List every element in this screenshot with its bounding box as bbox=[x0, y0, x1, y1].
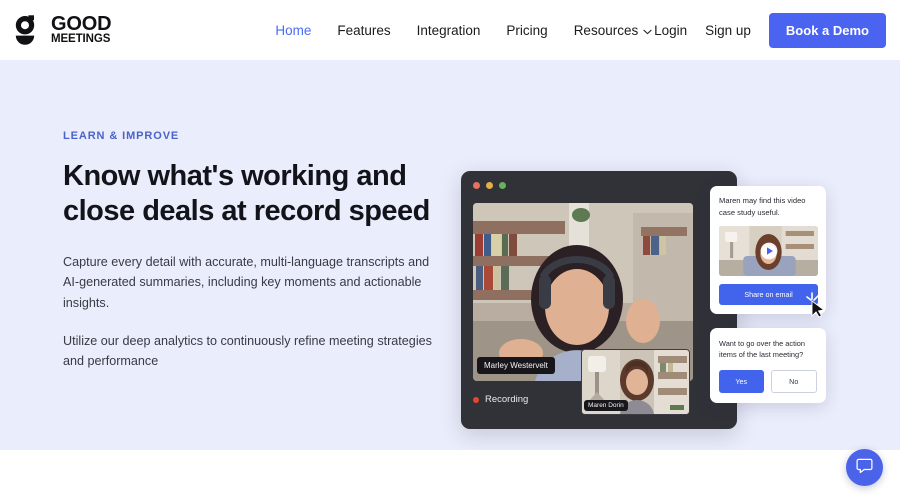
goodmeetings-g-mark-icon bbox=[10, 13, 44, 47]
action-items-answer-row: Yes No bbox=[719, 369, 817, 393]
nav-item-integration[interactable]: Integration bbox=[417, 23, 481, 38]
pip-speaker-name-chip: Maren Dorin bbox=[584, 400, 628, 411]
nav-item-resources[interactable]: Resources bbox=[574, 23, 653, 38]
chevron-down-icon bbox=[643, 23, 652, 38]
nav-item-features-label: Features bbox=[337, 22, 391, 38]
pip-video-tile: Maren Dorin bbox=[581, 349, 690, 415]
action-items-question-message: Want to go over the action items of the … bbox=[719, 339, 805, 360]
recording-label: Recording bbox=[485, 394, 529, 405]
hero-headline: Know what's working and close deals at r… bbox=[63, 160, 430, 228]
logo[interactable]: GOOD MEETINGS bbox=[10, 13, 112, 47]
main-speaker-name-chip: Marley Westervelt bbox=[477, 357, 555, 374]
hero-copy: LEARN & IMPROVE Know what's working and … bbox=[63, 130, 433, 390]
signup-link[interactable]: Sign up bbox=[705, 23, 751, 38]
play-icon[interactable] bbox=[760, 242, 778, 260]
site-header: GOOD MEETINGS Home Features Integration … bbox=[0, 0, 900, 60]
nav-item-home-label: Home bbox=[275, 22, 312, 38]
hero-paragraph-2: Utilize our deep analytics to continuous… bbox=[63, 333, 432, 369]
nav-item-home[interactable]: Home bbox=[275, 23, 311, 38]
book-a-demo-button[interactable]: Book a Demo bbox=[768, 12, 886, 48]
mouse-cursor-icon bbox=[806, 292, 828, 323]
video-thumbnail[interactable] bbox=[719, 225, 818, 276]
logo-word-meetings: MEETINGS bbox=[51, 33, 111, 46]
header-actions: Login Sign up Book a Demo bbox=[654, 12, 886, 48]
main-navigation: Home Features Integration Pricing Resour… bbox=[275, 23, 652, 38]
recording-dot-icon bbox=[473, 396, 479, 403]
window-traffic-lights bbox=[473, 182, 506, 189]
nav-item-features[interactable]: Features bbox=[337, 23, 390, 38]
hero-eyebrow: LEARN & IMPROVE bbox=[63, 130, 180, 142]
logo-word-good: GOOD bbox=[51, 13, 112, 36]
answer-yes-button[interactable]: Yes bbox=[719, 369, 764, 393]
hero-paragraph-1: Capture every detail with accurate, mult… bbox=[63, 254, 430, 310]
video-call-mockup: Marley Westervelt Maren Dorin Recording bbox=[461, 171, 737, 429]
logo-wordmark: GOOD MEETINGS bbox=[51, 13, 112, 46]
chat-widget-button[interactable] bbox=[846, 449, 883, 486]
nav-item-pricing-label: Pricing bbox=[506, 22, 548, 38]
window-close-dot-icon bbox=[473, 182, 480, 189]
action-items-question-panel: Want to go over the action items of the … bbox=[710, 328, 826, 403]
nav-item-integration-label: Integration bbox=[416, 22, 481, 38]
login-link[interactable]: Login bbox=[654, 23, 687, 38]
share-on-email-button[interactable]: Share on email bbox=[719, 283, 818, 305]
nav-item-resources-label: Resources bbox=[573, 22, 639, 38]
recording-indicator: Recording bbox=[473, 394, 528, 405]
chat-bubble-icon bbox=[856, 457, 873, 479]
hero-section: LEARN & IMPROVE Know what's working and … bbox=[0, 60, 900, 450]
answer-no-button[interactable]: No bbox=[770, 369, 817, 393]
video-suggestion-message: Maren may find this video case study use… bbox=[719, 196, 806, 217]
window-maximize-dot-icon bbox=[499, 182, 506, 189]
nav-item-pricing[interactable]: Pricing bbox=[506, 23, 547, 38]
window-minimize-dot-icon bbox=[486, 182, 493, 189]
